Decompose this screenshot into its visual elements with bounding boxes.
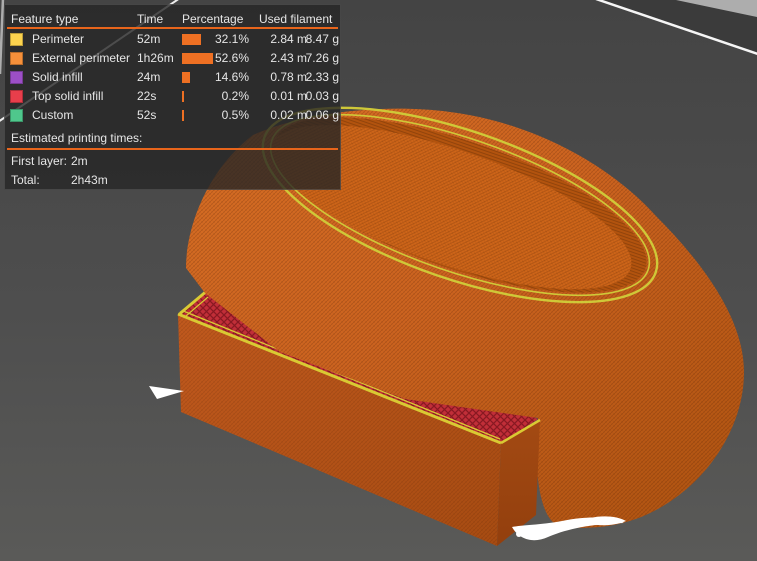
feature-filament-weight: 2.33 g [305, 70, 339, 84]
feature-color-swatch [10, 71, 23, 84]
feature-filament-weight: 0.03 g [305, 89, 339, 103]
feature-color-swatch [10, 90, 23, 103]
feature-time: 52s [137, 108, 157, 122]
feature-label: Top solid infill [32, 89, 104, 103]
feature-filament-length: 2.43 m [270, 51, 307, 65]
feature-percent: 0.2% [221, 89, 249, 103]
feature-percent: 0.5% [221, 108, 249, 122]
feature-label: Solid infill [32, 70, 83, 84]
legend-rows: Perimeter 52m 32.1% 2.84 m 8.47 g Extern… [5, 30, 340, 125]
total-time-value: 2h43m [71, 173, 108, 187]
feature-percent: 14.6% [214, 70, 249, 84]
feature-color-swatch [10, 33, 23, 46]
total-time-label: Total: [11, 173, 40, 187]
feature-color-swatch [10, 52, 23, 65]
legend-row[interactable]: Custom 52s 0.5% 0.02 m 0.06 g [5, 106, 340, 125]
legend-row[interactable]: External perimeter 1h26m 52.6% 2.43 m 7.… [5, 49, 340, 68]
feature-percent: 52.6% [214, 51, 249, 65]
column-header-time: Time [137, 12, 164, 26]
feature-time: 52m [137, 32, 161, 46]
times-separator [7, 148, 338, 150]
estimated-times-title: Estimated printing times: [11, 131, 143, 145]
feature-filament-length: 0.78 m [270, 70, 307, 84]
column-header-feature-type: Feature type [11, 12, 79, 26]
feature-label: Perimeter [32, 32, 85, 46]
first-layer-value: 2m [71, 154, 88, 168]
feature-label: Custom [32, 108, 74, 122]
first-layer-label: First layer: [11, 154, 68, 168]
feature-percent: 32.1% [214, 32, 249, 46]
feature-filament-weight: 0.06 g [305, 108, 339, 122]
feature-color-swatch [10, 109, 23, 122]
feature-filament-weight: 7.26 g [305, 51, 339, 65]
feature-label: External perimeter [32, 51, 131, 65]
feature-percent-bar [182, 91, 184, 102]
feature-time: 24m [137, 70, 161, 84]
header-separator [7, 27, 338, 29]
column-header-percentage: Percentage [182, 12, 244, 26]
legend-row[interactable]: Solid infill 24m 14.6% 0.78 m 2.33 g [5, 68, 340, 87]
feature-filament-weight: 8.47 g [305, 32, 339, 46]
feature-percent-bar [182, 110, 184, 121]
gcode-legend-panel: Feature type Time Percentage Used filame… [4, 4, 341, 190]
feature-filament-length: 0.02 m [270, 108, 307, 122]
feature-time: 22s [137, 89, 157, 103]
feature-filament-length: 0.01 m [270, 89, 307, 103]
legend-row[interactable]: Perimeter 52m 32.1% 2.84 m 8.47 g [5, 30, 340, 49]
feature-percent-bar [182, 72, 191, 83]
legend-row[interactable]: Top solid infill 22s 0.2% 0.01 m 0.03 g [5, 87, 340, 106]
column-header-used-filament: Used filament [259, 12, 333, 26]
feature-time: 1h26m [137, 51, 174, 65]
feature-filament-length: 2.84 m [270, 32, 307, 46]
